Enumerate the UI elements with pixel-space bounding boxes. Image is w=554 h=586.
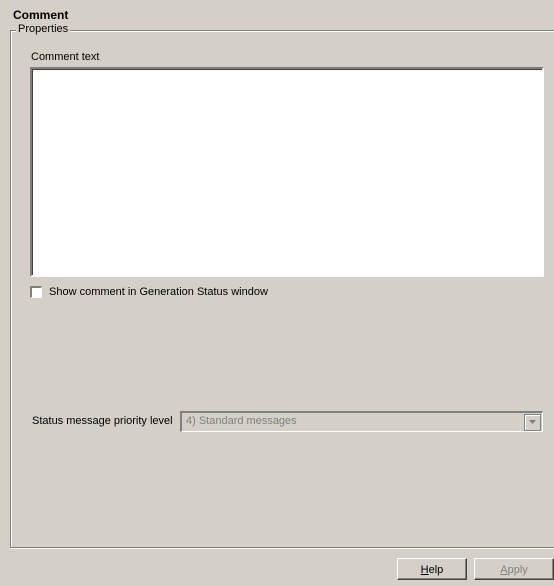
priority-level-label: Status message priority level <box>32 415 173 427</box>
comment-text-input[interactable] <box>30 67 544 277</box>
priority-level-value: 4) Standard messages <box>186 415 297 427</box>
chevron-down-icon <box>529 420 536 424</box>
dropdown-button <box>524 414 541 431</box>
apply-label-rest: pply <box>507 564 528 576</box>
properties-group-label: Properties <box>16 23 71 35</box>
priority-level-select: 4) Standard messages <box>180 411 543 432</box>
help-button[interactable]: Help <box>397 558 467 580</box>
apply-mnemonic: A <box>500 564 508 576</box>
apply-button: Apply <box>474 558 554 580</box>
panel-title: Comment <box>13 8 69 22</box>
help-mnemonic: H <box>420 564 429 576</box>
show-comment-label[interactable]: Show comment in Generation Status window <box>49 286 268 298</box>
comment-text-label: Comment text <box>31 51 100 63</box>
help-label-rest: elp <box>428 564 444 576</box>
bottom-separator <box>10 547 554 549</box>
show-comment-checkbox[interactable] <box>30 286 42 298</box>
